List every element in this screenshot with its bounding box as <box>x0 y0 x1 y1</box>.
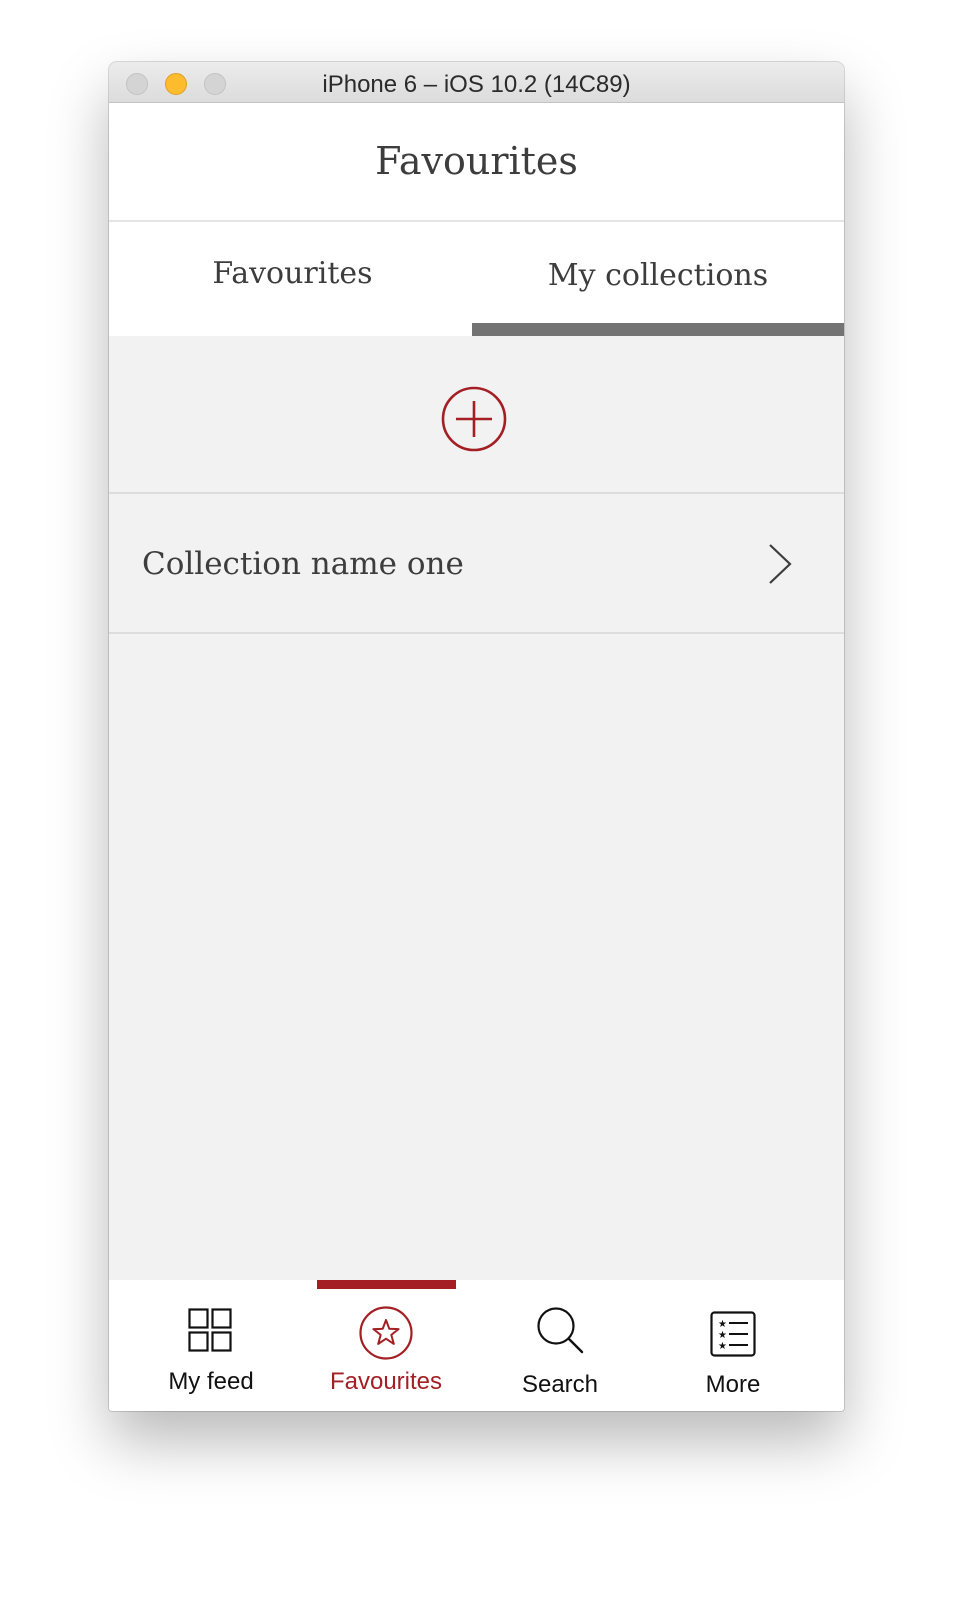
tabbar-item-favourites[interactable]: Favourites <box>312 1280 460 1411</box>
simulator-window: iPhone 6 – iOS 10.2 (14C89) Favourites F… <box>109 62 844 1411</box>
window-title: iPhone 6 – iOS 10.2 (14C89) <box>322 71 631 98</box>
tabbar-item-more[interactable]: ★ ★ ★ More <box>659 1280 807 1411</box>
svg-text:★: ★ <box>718 1341 727 1352</box>
add-collection-button[interactable] <box>439 384 509 454</box>
bottom-tab-bar: My feed Favourites Search ★ ★ ★ More <box>109 1280 844 1411</box>
tab-my-collections[interactable]: My collections <box>472 222 844 336</box>
navigation-bar: Favourites <box>109 103 844 222</box>
list-icon: ★ ★ ★ <box>710 1311 756 1357</box>
tab-my-collections-label: My collections <box>547 258 769 293</box>
tab-selected-indicator <box>472 323 844 336</box>
chevron-right-icon <box>769 544 792 584</box>
plus-circle-icon <box>441 386 507 452</box>
tab-favourites-label: Favourites <box>212 256 373 291</box>
collection-list-item[interactable]: Collection name one <box>109 494 844 634</box>
add-collection-area <box>109 336 844 494</box>
search-icon <box>537 1307 584 1354</box>
tabbar-label-search: Search <box>521 1371 599 1398</box>
tabbar-label-favourites: Favourites <box>329 1368 443 1395</box>
star-circle-icon <box>359 1306 413 1360</box>
svg-text:★: ★ <box>718 1330 727 1341</box>
page-title: Favourites <box>375 139 578 183</box>
tabbar-item-my-feed[interactable]: My feed <box>137 1280 285 1411</box>
tabbar-item-search[interactable]: Search <box>486 1280 634 1411</box>
grid-icon <box>188 1308 232 1352</box>
svg-text:★: ★ <box>718 1319 727 1330</box>
segment-tabs: Favourites My collections <box>109 222 844 336</box>
window-titlebar[interactable]: iPhone 6 – iOS 10.2 (14C89) <box>109 62 844 103</box>
tabbar-label-more: More <box>705 1371 761 1398</box>
collection-name: Collection name one <box>142 546 464 582</box>
tabbar-label-my-feed: My feed <box>168 1368 254 1395</box>
tab-favourites[interactable]: Favourites <box>109 222 476 336</box>
